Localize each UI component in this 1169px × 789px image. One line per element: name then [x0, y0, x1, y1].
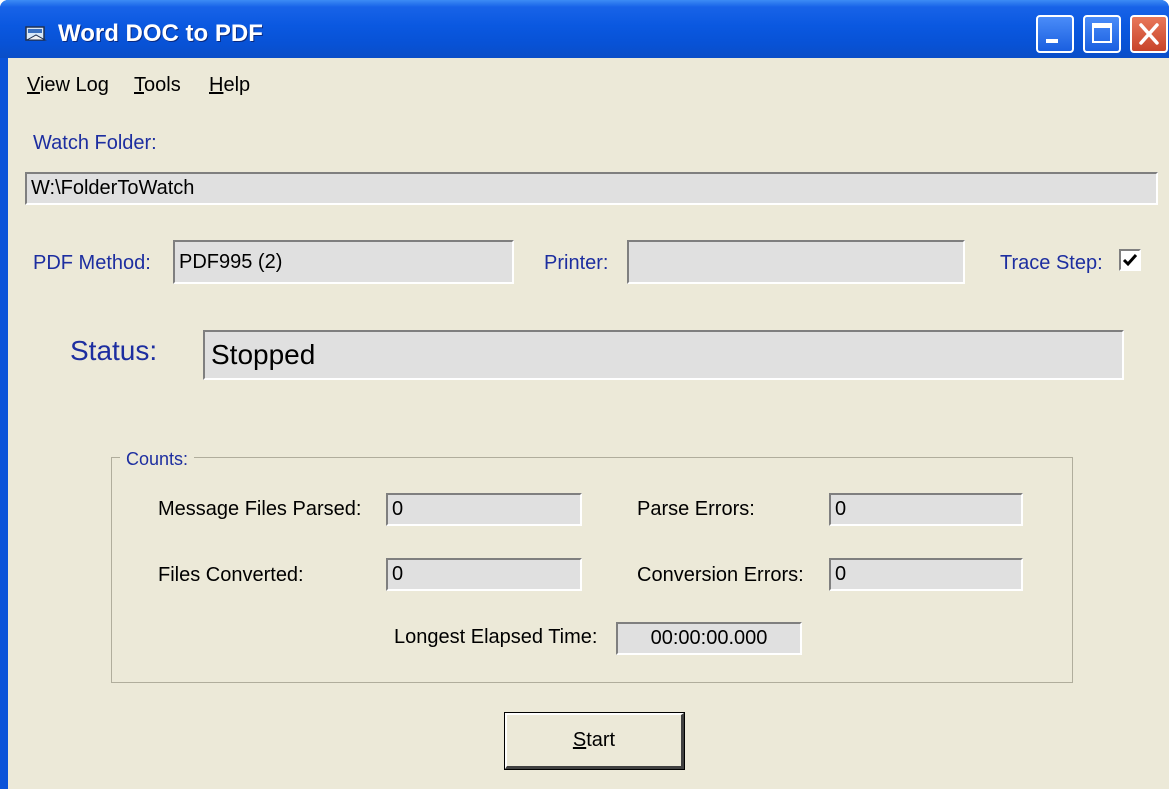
window-frame-left [0, 58, 8, 789]
message-files-parsed-field: 0 [386, 493, 582, 526]
close-button[interactable] [1130, 15, 1168, 53]
minimize-icon [1046, 39, 1058, 43]
menu-help-rest: elp [223, 74, 251, 96]
maximize-button[interactable] [1083, 15, 1121, 53]
title-bar[interactable]: Word DOC to PDF [0, 0, 1169, 58]
window-title: Word DOC to PDF [58, 20, 263, 47]
counts-legend: Counts: [120, 449, 195, 470]
message-files-parsed-label: Message Files Parsed: [158, 498, 362, 520]
menu-view-log[interactable]: View Log [27, 74, 109, 97]
menu-tools-rest: ools [144, 74, 181, 96]
start-button-rest: tart [586, 729, 616, 751]
menu-help[interactable]: Help [209, 74, 250, 97]
app-window: Word DOC to PDF View Log Tools Help Watc… [0, 0, 1169, 789]
conversion-errors-field: 0 [829, 558, 1023, 591]
status-field: Stopped [203, 330, 1124, 380]
menu-tools[interactable]: Tools [134, 74, 181, 97]
printer-label: Printer: [544, 252, 609, 274]
minimize-button[interactable] [1036, 15, 1074, 53]
start-button[interactable]: Start [504, 712, 685, 770]
parse-errors-label: Parse Errors: [637, 498, 755, 520]
menu-help-mnemonic: H [209, 74, 224, 96]
menu-tools-mnemonic: T [134, 74, 144, 96]
maximize-icon [1092, 23, 1112, 43]
printer-field[interactable] [627, 240, 965, 284]
menu-view-log-rest: iew Log [39, 74, 109, 96]
watch-folder-label: Watch Folder: [33, 132, 157, 154]
menu-view-log-mnemonic: V [27, 74, 40, 96]
app-icon [24, 24, 48, 44]
files-converted-field: 0 [386, 558, 582, 591]
files-converted-label: Files Converted: [158, 564, 304, 586]
start-button-mnemonic: S [572, 729, 587, 751]
watch-folder-field[interactable]: W:\FolderToWatch [25, 172, 1158, 205]
checkmark-icon [1122, 254, 1138, 267]
longest-elapsed-time-label: Longest Elapsed Time: [394, 626, 598, 648]
trace-step-checkbox[interactable] [1119, 249, 1141, 271]
trace-step-label: Trace Step: [1000, 252, 1103, 274]
longest-elapsed-time-field: 00:00:00.000 [616, 622, 802, 655]
status-label: Status: [70, 335, 158, 366]
close-icon [1139, 23, 1159, 45]
pdf-method-field[interactable]: PDF995 (2) [173, 240, 514, 284]
parse-errors-field: 0 [829, 493, 1023, 526]
menu-bar: View Log Tools Help [8, 58, 1169, 98]
pdf-method-label: PDF Method: [33, 252, 151, 274]
conversion-errors-label: Conversion Errors: [637, 564, 804, 586]
